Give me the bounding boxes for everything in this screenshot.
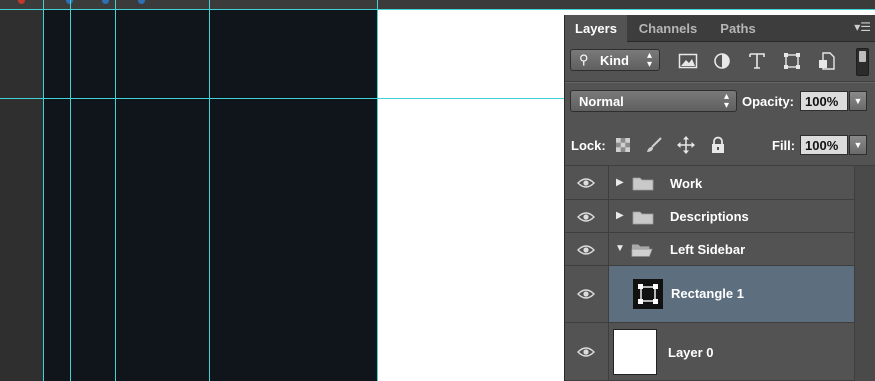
window-dot-icon xyxy=(102,0,109,4)
layer-name[interactable]: Layer 0 xyxy=(668,345,714,360)
layers-list: ▶ Work ▶ Descriptions ▼ Left Sidebar Rec… xyxy=(565,166,854,381)
pasteboard xyxy=(0,10,44,381)
opacity-dropdown-button[interactable]: ▼ xyxy=(849,91,867,111)
fill-label: Fill: xyxy=(772,138,796,153)
vertical-guide[interactable] xyxy=(209,0,210,381)
opacity-input[interactable]: 100% xyxy=(800,91,848,111)
smart-object-filter-icon[interactable] xyxy=(817,52,837,70)
fill-input[interactable]: 100% xyxy=(800,135,848,155)
lock-transparent-pixels-icon[interactable] xyxy=(614,136,632,154)
blend-mode-select[interactable]: Normal ▴ ▾ xyxy=(570,90,737,112)
adjustment-layer-filter-icon[interactable] xyxy=(712,52,732,70)
expand-triangle-icon[interactable]: ▶ xyxy=(616,177,624,188)
layer-name[interactable]: Left Sidebar xyxy=(670,242,745,257)
vertical-guide[interactable] xyxy=(377,0,378,381)
folder-icon xyxy=(632,211,654,225)
layer-thumbnail xyxy=(613,329,657,375)
visibility-cell[interactable] xyxy=(565,200,609,232)
vertical-guide[interactable] xyxy=(115,0,116,381)
shape-layer-thumbnail-icon xyxy=(633,279,663,309)
layer-name[interactable]: Descriptions xyxy=(670,209,749,224)
lock-all-icon[interactable] xyxy=(709,136,727,154)
fill-dropdown-button[interactable]: ▼ xyxy=(849,135,867,155)
lock-row: Lock: Fill: 100% ▼ xyxy=(565,127,875,163)
type-layer-filter-icon[interactable] xyxy=(747,52,767,70)
layer-row-layer-0[interactable]: Layer 0 xyxy=(565,322,854,381)
filter-kind-label: Kind xyxy=(600,53,629,68)
eye-icon[interactable] xyxy=(577,244,595,256)
tab-paths[interactable]: Paths xyxy=(709,15,767,41)
visibility-cell[interactable] xyxy=(565,323,609,380)
filter-kind-select[interactable]: ⚲ Kind ▴ ▾ xyxy=(570,49,660,71)
up-down-arrow-icon: ▴ ▾ xyxy=(723,91,729,111)
collapse-triangle-icon[interactable]: ▼ xyxy=(615,243,625,254)
tab-layers[interactable]: Layers xyxy=(565,15,627,42)
vertical-guide[interactable] xyxy=(70,0,71,381)
pixel-layer-filter-icon[interactable] xyxy=(678,52,698,70)
layer-row-descriptions[interactable]: ▶ Descriptions xyxy=(565,200,854,233)
blend-mode-value: Normal xyxy=(579,94,624,109)
layers-panel: Layers Channels Paths ▾☰ ⚲ Kind ▴ ▾ Norm… xyxy=(564,15,875,381)
panel-menu-icon[interactable]: ▾☰ xyxy=(854,20,871,34)
dark-sidebar-shape[interactable] xyxy=(44,10,377,381)
layer-row-left-sidebar[interactable]: ▼ Left Sidebar xyxy=(565,233,854,266)
lock-position-icon[interactable] xyxy=(677,136,695,154)
lock-image-pixels-icon[interactable] xyxy=(645,136,663,154)
eye-icon[interactable] xyxy=(577,177,595,189)
search-icon: ⚲ xyxy=(579,52,589,67)
eye-icon[interactable] xyxy=(577,346,595,358)
eye-icon[interactable] xyxy=(577,288,595,300)
up-down-arrow-icon: ▴ ▾ xyxy=(646,50,652,70)
layer-filter-bar: ⚲ Kind ▴ ▾ xyxy=(565,42,875,80)
visibility-cell[interactable] xyxy=(565,266,609,322)
layer-name[interactable]: Rectangle 1 xyxy=(671,286,744,301)
layer-row-rectangle-1[interactable]: Rectangle 1 xyxy=(565,266,854,322)
visibility-cell[interactable] xyxy=(565,166,609,199)
opacity-label: Opacity: xyxy=(742,94,795,109)
layer-name[interactable]: Work xyxy=(670,176,702,191)
lock-label: Lock: xyxy=(571,138,606,153)
visibility-cell[interactable] xyxy=(565,233,609,265)
blend-row: Normal ▴ ▾ Opacity: 100% ▼ xyxy=(565,83,875,119)
layer-row-work[interactable]: ▶ Work xyxy=(565,166,854,200)
tab-channels[interactable]: Channels xyxy=(629,15,707,41)
expand-triangle-icon[interactable]: ▶ xyxy=(616,210,624,221)
horizontal-guide[interactable] xyxy=(0,9,875,10)
filter-toggle-switch[interactable] xyxy=(856,48,869,76)
horizontal-guide[interactable] xyxy=(0,98,564,99)
folder-icon xyxy=(632,177,654,191)
canvas-white-area[interactable] xyxy=(377,10,564,381)
eye-icon[interactable] xyxy=(577,211,595,223)
open-folder-icon xyxy=(631,244,653,257)
vertical-guide[interactable] xyxy=(43,0,44,381)
window-dot-icon xyxy=(138,0,145,4)
panel-tab-bar: Layers Channels Paths ▾☰ xyxy=(565,15,875,42)
close-dot-icon[interactable] xyxy=(18,0,25,4)
shape-layer-filter-icon[interactable] xyxy=(782,52,802,70)
layers-scrollbar[interactable] xyxy=(854,166,875,381)
